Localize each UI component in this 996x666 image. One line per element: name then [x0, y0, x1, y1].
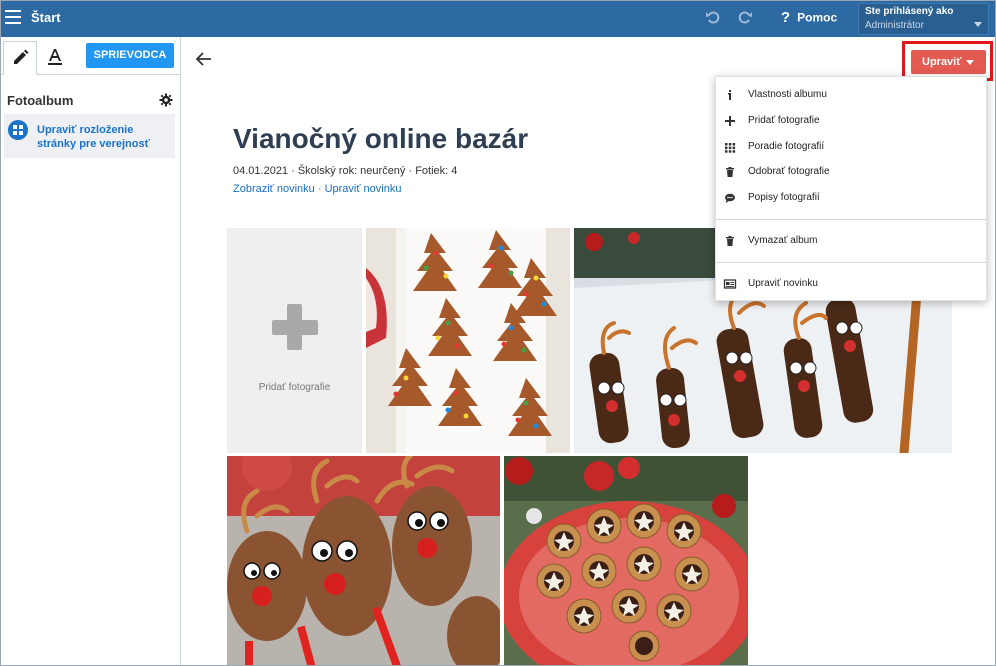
help-label: Pomoc: [797, 10, 838, 25]
panel-tabs: SPRIEVODCA: [1, 37, 181, 75]
album-photo[interactable]: [366, 228, 570, 453]
menu-divider: [716, 262, 986, 263]
link-separator: ·: [317, 183, 322, 195]
edit-layout-label: Upraviť rozloženie stránky pre verejnosť: [37, 124, 150, 150]
user-dropdown[interactable]: Ste prihlásený ako Administrátor: [858, 3, 989, 35]
album-meta: 04.01.2021 · Školský rok: neurčený · Fot…: [233, 165, 458, 177]
comment-icon: [725, 193, 735, 203]
menu-item-label: Vymazať album: [748, 235, 818, 246]
menu-item-label: Odobrať fotografie: [748, 166, 830, 177]
grid-icon: [725, 143, 736, 153]
edit-dropdown-menu: Vlastnosti albumu Pridať fotografie Pora…: [715, 76, 987, 301]
menu-item-edit-news[interactable]: Upraviť novinku: [716, 272, 986, 296]
hamburger-menu-icon[interactable]: [5, 10, 21, 24]
menu-item-album-properties[interactable]: Vlastnosti albumu: [716, 83, 986, 107]
album-photo[interactable]: [227, 456, 500, 665]
menu-item-delete-album[interactable]: Vymazať album: [716, 229, 986, 253]
user-label: Ste prihlásený ako: [865, 6, 954, 17]
plus-icon: [725, 116, 735, 126]
user-role: Administrátor: [865, 20, 924, 31]
menu-item-label: Poradie fotografií: [748, 141, 825, 152]
edit-layout-item[interactable]: Upraviť rozloženie stránky pre verejnosť: [4, 114, 175, 158]
menu-item-photo-captions[interactable]: Popisy fotografií: [716, 186, 986, 210]
show-news-link[interactable]: Zobraziť novinku: [233, 183, 315, 195]
news-icon: [723, 279, 737, 289]
guide-button[interactable]: SPRIEVODCA: [86, 43, 174, 68]
menu-item-add-photos[interactable]: Pridať fotografie: [716, 109, 986, 133]
gear-icon[interactable]: [159, 93, 173, 107]
menu-item-label: Pridať fotografie: [748, 115, 820, 126]
menu-divider: [716, 219, 986, 220]
back-arrow-icon[interactable]: [194, 49, 214, 69]
redo-icon[interactable]: [736, 9, 754, 27]
album-photo[interactable]: [504, 456, 748, 665]
edit-dropdown-button[interactable]: Upraviť: [911, 50, 986, 74]
layout-icon: [8, 120, 28, 140]
album-title: Vianočný online bazár: [233, 123, 529, 154]
trash-icon: [726, 236, 734, 246]
chevron-down-icon: [974, 22, 982, 27]
add-photo-tile[interactable]: Pridať fotografie: [227, 228, 362, 453]
trash-icon: [726, 167, 734, 177]
top-bar: Štart ? Pomoc Ste prihlásený ako Administ…: [1, 1, 995, 37]
edit-button-label: Upraviť: [922, 56, 962, 68]
tab-edit[interactable]: [3, 41, 37, 75]
undo-icon[interactable]: [704, 9, 722, 27]
app-title[interactable]: Štart: [31, 10, 61, 25]
menu-item-label: Popisy fotografií: [748, 192, 820, 203]
menu-item-label: Upraviť novinku: [748, 278, 818, 289]
tab-text-format[interactable]: [38, 41, 72, 75]
pencil-icon: [14, 49, 29, 64]
help-button[interactable]: ? Pomoc: [781, 9, 837, 29]
left-panel: SPRIEVODCA Fotoalbum Upraviť rozloženie …: [1, 37, 181, 665]
add-photo-label: Pridať fotografie: [258, 382, 331, 393]
question-mark-icon: ?: [781, 9, 791, 26]
edit-button-highlight: Upraviť: [902, 41, 993, 81]
chevron-down-icon: [966, 60, 974, 65]
info-icon: [728, 90, 731, 100]
menu-item-remove-photos[interactable]: Odobrať fotografie: [716, 160, 986, 184]
album-links: Zobraziť novinku · Upraviť novinku: [233, 183, 401, 195]
section-title: Fotoalbum: [7, 93, 74, 108]
edit-news-link[interactable]: Upraviť novinku: [325, 183, 402, 195]
menu-item-label: Vlastnosti albumu: [748, 89, 827, 100]
text-format-icon: [48, 49, 62, 65]
menu-item-photo-order[interactable]: Poradie fotografií: [716, 135, 986, 159]
app-window: Štart ? Pomoc Ste prihlásený ako Administ…: [0, 0, 996, 666]
